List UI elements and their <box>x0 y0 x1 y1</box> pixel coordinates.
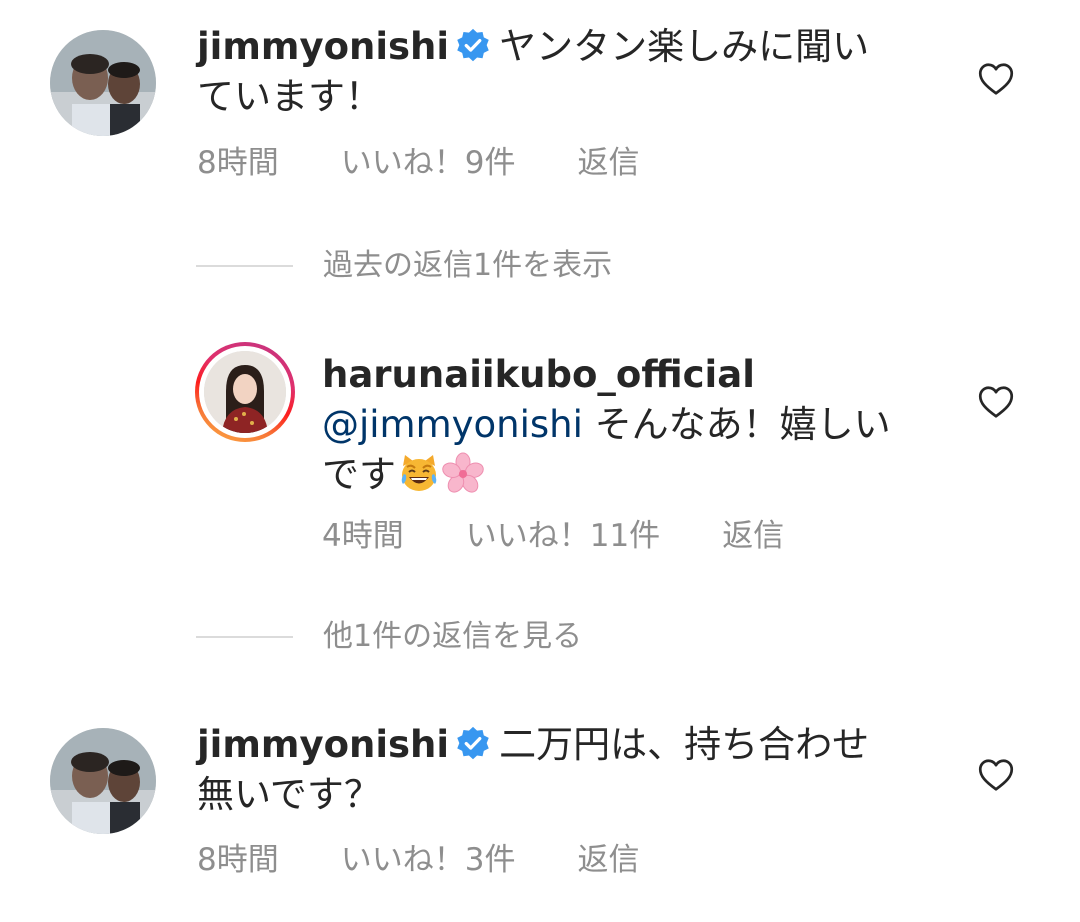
mention-link[interactable]: @jimmyonishi <box>322 403 583 446</box>
view-previous-replies-label: 過去の返信1件を表示 <box>323 248 613 283</box>
view-more-replies[interactable]: 他1件の返信を見る <box>196 617 796 657</box>
comment-time: 8時間 <box>197 145 279 181</box>
verified-badge-icon <box>455 28 491 64</box>
reply-button[interactable]: 返信 <box>722 516 784 556</box>
comment-body: jimmyonishi 二万円は、持ち合わせ 無いです？ <box>197 720 937 820</box>
view-more-replies-label: 他1件の返信を見る <box>323 619 583 654</box>
user-photo-icon <box>50 728 156 834</box>
cherry-blossom-emoji <box>442 452 484 493</box>
username-link[interactable]: jimmyonishi <box>197 723 449 766</box>
comment-text: ヤンタン楽しみに聞い <box>499 25 870 68</box>
comment-text-continued: 無いです？ <box>197 773 381 816</box>
view-previous-replies[interactable]: 過去の返信1件を表示 <box>196 246 796 286</box>
comment-body: jimmyonishi ヤンタン楽しみに聞い ています！ <box>197 22 937 122</box>
likes-count-link[interactable]: いいね！11件 <box>466 516 660 556</box>
comment-text-continued: ています！ <box>197 75 382 118</box>
comment-body: harunaiikubo_official @jimmyonishi そんなあ！… <box>322 350 952 500</box>
thread-divider <box>196 636 293 638</box>
story-ring[interactable] <box>195 342 295 442</box>
likes-count-link[interactable]: いいね！9件 <box>341 143 516 183</box>
thread-divider <box>196 265 293 267</box>
username-link[interactable]: harunaiikubo_official <box>322 353 755 396</box>
reply-button[interactable]: 返信 <box>577 840 639 880</box>
user-avatar <box>204 351 286 433</box>
reply-item: harunaiikubo_official @jimmyonishi そんなあ！… <box>0 330 1080 570</box>
grinning-cat-with-tears-of-joy-emoji <box>401 455 437 491</box>
comment-item: jimmyonishi ヤンタン楽しみに聞い ています！ 8時間 いいね！9件 返信 <box>0 0 1080 200</box>
likes-count-link[interactable]: いいね！3件 <box>341 840 516 880</box>
heart-outline-icon[interactable] <box>978 758 1014 792</box>
comment-meta: 4時間 いいね！11件 返信 <box>322 516 784 556</box>
comment-item: jimmyonishi 二万円は、持ち合わせ 無いです？ 8時間 いいね！3件 返信 <box>0 700 1080 922</box>
heart-outline-icon[interactable] <box>978 385 1014 419</box>
user-avatar[interactable] <box>50 728 156 834</box>
user-photo-icon <box>50 30 156 136</box>
heart-outline-icon[interactable] <box>978 62 1014 96</box>
comment-time: 4時間 <box>322 518 404 554</box>
verified-badge-icon <box>455 726 491 762</box>
comment-text-continued: です <box>322 453 396 496</box>
comment-meta: 8時間 いいね！3件 返信 <box>197 840 639 880</box>
user-photo-icon <box>204 351 286 433</box>
reply-button[interactable]: 返信 <box>577 143 639 183</box>
comment-meta: 8時間 いいね！9件 返信 <box>197 143 639 183</box>
username-link[interactable]: jimmyonishi <box>197 25 449 68</box>
comment-time: 8時間 <box>197 842 279 878</box>
comment-text: そんなあ！嬉しい <box>594 403 891 446</box>
user-avatar[interactable] <box>50 30 156 136</box>
comment-text: 二万円は、持ち合わせ <box>499 723 870 766</box>
